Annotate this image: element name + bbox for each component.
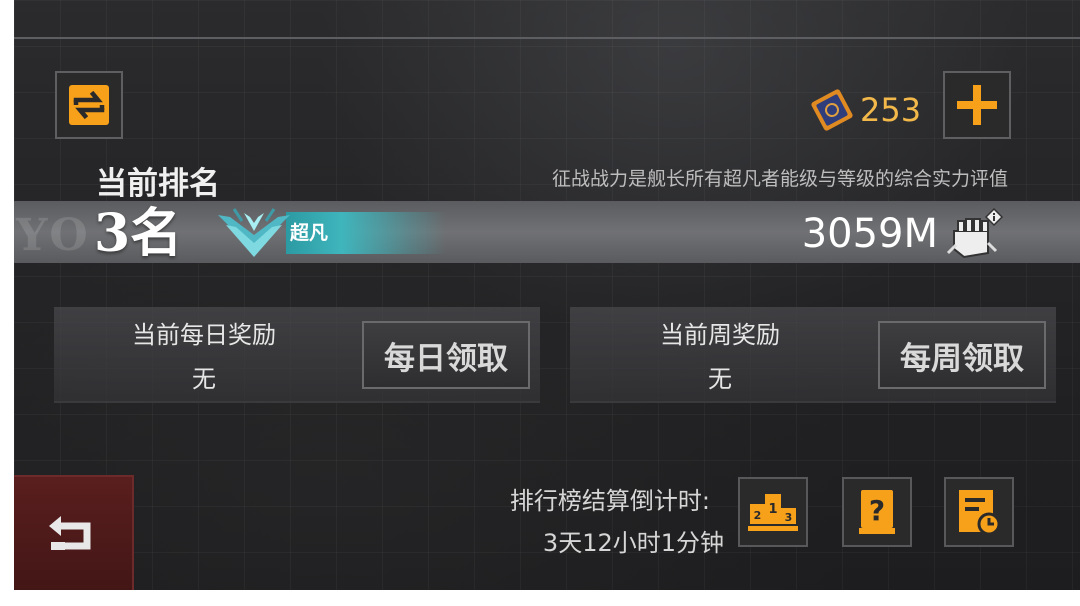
plus-icon [957, 85, 997, 125]
back-arrow-icon [49, 515, 91, 550]
claim-weekly-button[interactable]: 每周领取 [878, 321, 1046, 389]
daily-reward-value: 无 [192, 365, 216, 393]
history-button[interactable] [944, 477, 1014, 547]
svg-text:3: 3 [785, 511, 793, 524]
tier-label: 超凡 [290, 222, 329, 244]
back-button[interactable] [14, 475, 134, 590]
ranking-panel: 253 当前排名 征战战力是舰长所有超凡者能级与等级的综合实力评值 YO 3名 … [14, 0, 1080, 590]
leaderboard-button[interactable]: 1 2 3 [738, 477, 808, 547]
history-clock-icon [959, 490, 1001, 536]
weekly-reward-title: 当前周奖励 [660, 321, 780, 349]
current-rank-label: 当前排名 [96, 166, 220, 202]
band-watermark: YO [16, 210, 90, 261]
power-value: 3059M [801, 211, 938, 257]
countdown-label: 排行榜结算倒计时: [509, 487, 710, 515]
svg-text:1: 1 [768, 502, 777, 517]
top-divider [14, 37, 1080, 39]
add-currency-button[interactable] [943, 71, 1011, 139]
daily-reward-card: 当前每日奖励 无 每日领取 [54, 307, 540, 403]
swap-icon [69, 85, 109, 125]
weekly-reward-value: 无 [708, 365, 732, 393]
help-button[interactable]: ? [842, 477, 912, 547]
tier-wings-icon [218, 208, 290, 257]
rank-value: 3名 [94, 203, 183, 264]
swap-button[interactable] [55, 71, 123, 139]
power-description: 征战战力是舰长所有超凡者能级与等级的综合实力评值 [551, 168, 1008, 190]
podium-icon: 1 2 3 [748, 494, 798, 531]
claim-daily-button[interactable]: 每日领取 [362, 321, 530, 389]
currency-amount: 253 [860, 91, 922, 129]
svg-text:2: 2 [754, 509, 762, 522]
svg-text:?: ? [869, 494, 885, 527]
ticket-icon [811, 89, 853, 131]
daily-reward-title: 当前每日奖励 [132, 321, 276, 349]
countdown-value: 3天12小时1分钟 [542, 529, 724, 557]
help-book-icon: ? [859, 490, 895, 534]
weekly-reward-card: 当前周奖励 无 每周领取 [570, 307, 1056, 403]
fist-info-icon[interactable] [944, 205, 1004, 261]
